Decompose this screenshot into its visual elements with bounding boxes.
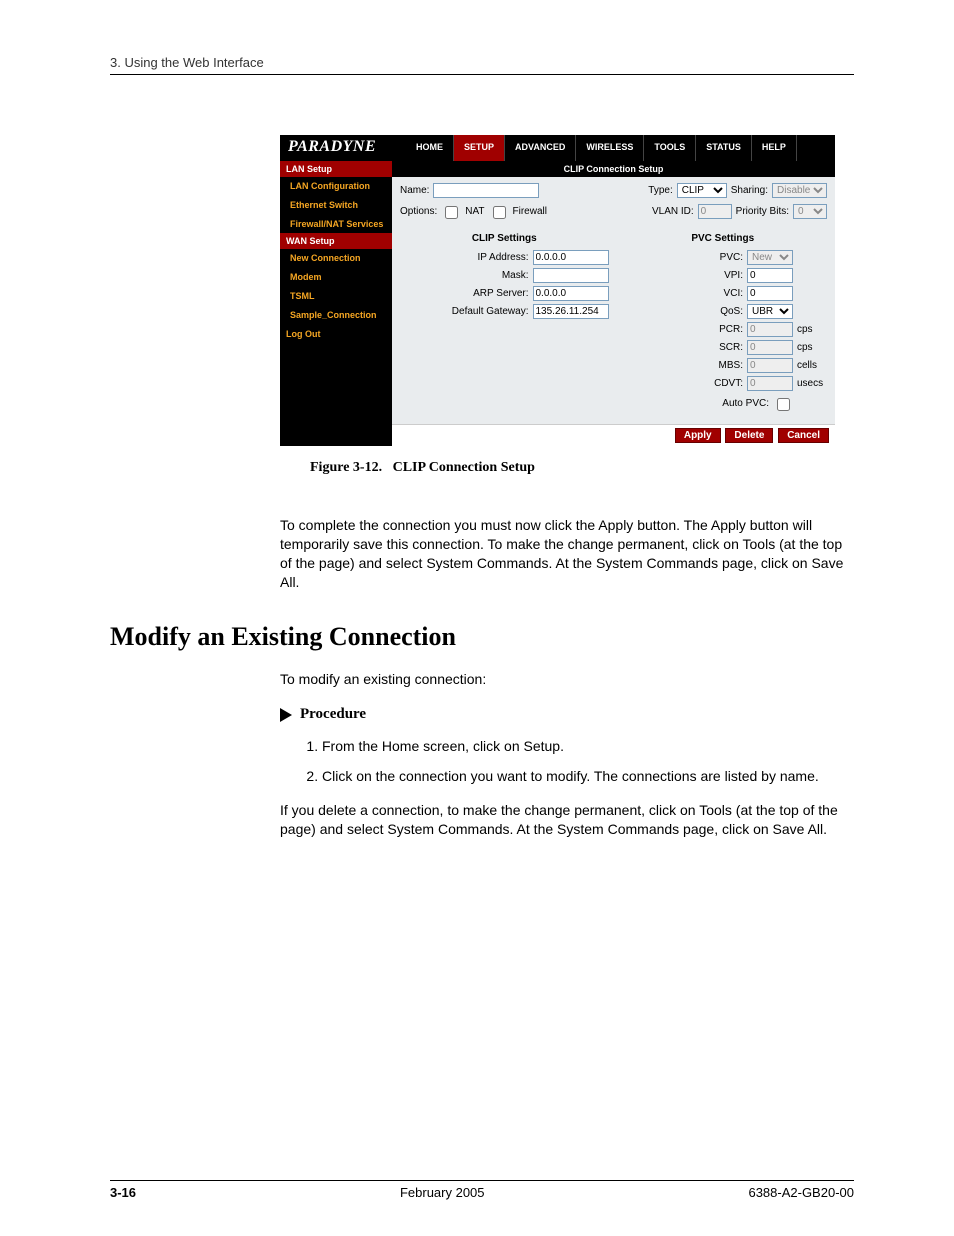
- step-1: From the Home screen, click on Setup.: [322, 737, 854, 757]
- paragraph-intro: To modify an existing connection:: [280, 670, 854, 689]
- section-heading: Modify an Existing Connection: [110, 622, 854, 652]
- scr-label: SCR:: [719, 342, 743, 353]
- sharing-select[interactable]: Disable: [772, 183, 827, 198]
- sidebar-firewall-nat[interactable]: Firewall/NAT Services: [280, 215, 392, 234]
- pvc-label: PVC:: [720, 252, 743, 263]
- vpi-input[interactable]: [747, 268, 793, 283]
- name-label: Name:: [400, 185, 429, 196]
- nav-tools[interactable]: TOOLS: [644, 135, 696, 161]
- sidebar-eth-switch[interactable]: Ethernet Switch: [280, 196, 392, 215]
- options-label: Options:: [400, 206, 437, 217]
- clip-settings-column: CLIP Settings IP Address: Mask: ARP Serv…: [400, 229, 609, 416]
- mbs-input[interactable]: [747, 358, 793, 373]
- sidebar-new-connection[interactable]: New Connection: [280, 249, 392, 268]
- arp-server-input[interactable]: [533, 286, 609, 301]
- cdvt-input[interactable]: [747, 376, 793, 391]
- firewall-label: Firewall: [513, 206, 547, 217]
- qos-label: QoS:: [720, 306, 743, 317]
- nav-wireless[interactable]: WIRELESS: [576, 135, 644, 161]
- nat-checkbox[interactable]: [445, 206, 458, 219]
- ip-address-label: IP Address:: [478, 252, 529, 263]
- vpi-label: VPI:: [724, 270, 743, 281]
- scr-input[interactable]: [747, 340, 793, 355]
- chapter-heading: 3. Using the Web Interface: [110, 55, 854, 75]
- mask-label: Mask:: [502, 270, 529, 281]
- mask-input[interactable]: [533, 268, 609, 283]
- figure-screenshot: PARADYNE HOME SETUP ADVANCED WIRELESS TO…: [280, 135, 854, 446]
- pvc-settings-column: PVC Settings PVC: New VPI: VCI: QoS: UBR P…: [619, 229, 828, 416]
- sidebar-lan-config[interactable]: LAN Configuration: [280, 177, 392, 196]
- pvc-select[interactable]: New: [747, 250, 793, 265]
- vci-input[interactable]: [747, 286, 793, 301]
- type-label: Type:: [648, 185, 672, 196]
- vlan-label: VLAN ID:: [652, 206, 694, 217]
- default-gateway-input[interactable]: [533, 304, 609, 319]
- nav-help[interactable]: HELP: [752, 135, 797, 161]
- priority-bits-select[interactable]: 0: [793, 204, 827, 219]
- procedure-steps: From the Home screen, click on Setup. Cl…: [302, 737, 854, 786]
- sidebar-lan-head: LAN Setup: [280, 161, 392, 177]
- auto-pvc-checkbox[interactable]: [777, 398, 790, 411]
- qos-select[interactable]: UBR: [747, 304, 793, 319]
- cancel-button[interactable]: Cancel: [778, 428, 829, 443]
- panel-title: CLIP Connection Setup: [392, 161, 835, 177]
- page-number: 3-16: [110, 1185, 136, 1200]
- paragraph-delete-note: If you delete a connection, to make the …: [280, 801, 854, 839]
- type-select[interactable]: CLIP: [677, 183, 727, 198]
- nav-setup[interactable]: SETUP: [454, 135, 505, 161]
- sidebar-log-out[interactable]: Log Out: [280, 325, 392, 343]
- default-gateway-label: Default Gateway:: [452, 306, 529, 317]
- mbs-unit: cells: [797, 360, 827, 371]
- ip-address-input[interactable]: [533, 250, 609, 265]
- cdvt-label: CDVT:: [714, 378, 743, 389]
- paragraph-apply: To complete the connection you must now …: [280, 516, 854, 592]
- sidebar-modem[interactable]: Modem: [280, 268, 392, 287]
- sharing-label: Sharing:: [731, 185, 768, 196]
- sidebar: LAN Setup LAN Configuration Ethernet Swi…: [280, 161, 392, 446]
- apply-button[interactable]: Apply: [675, 428, 721, 443]
- mbs-label: MBS:: [719, 360, 743, 371]
- pcr-unit: cps: [797, 324, 827, 335]
- sidebar-sample-connection[interactable]: Sample_Connection: [280, 306, 392, 325]
- clip-settings-head: CLIP Settings: [400, 229, 609, 250]
- arp-server-label: ARP Server:: [473, 288, 528, 299]
- name-input[interactable]: [433, 183, 539, 198]
- step-2: Click on the connection you want to modi…: [322, 767, 854, 787]
- pcr-label: PCR:: [719, 324, 743, 335]
- auto-pvc-label: Auto PVC:: [722, 398, 769, 409]
- nav-status[interactable]: STATUS: [696, 135, 752, 161]
- brand-logo: PARADYNE: [280, 135, 406, 161]
- nav-advanced[interactable]: ADVANCED: [505, 135, 576, 161]
- scr-unit: cps: [797, 342, 827, 353]
- sidebar-tsml[interactable]: TSML: [280, 287, 392, 306]
- cdvt-unit: usecs: [797, 378, 827, 389]
- vlan-input[interactable]: [698, 204, 732, 219]
- nat-label: NAT: [465, 206, 484, 217]
- page-footer: 3-16 February 2005 6388-A2-GB20-00: [110, 1180, 854, 1200]
- delete-button[interactable]: Delete: [725, 428, 773, 443]
- figure-caption: Figure 3-12. CLIP Connection Setup: [310, 460, 854, 476]
- procedure-marker: Procedure: [280, 706, 854, 723]
- pcr-input[interactable]: [747, 322, 793, 337]
- pvc-settings-head: PVC Settings: [619, 229, 828, 250]
- firewall-checkbox[interactable]: [493, 206, 506, 219]
- procedure-label: Procedure: [300, 706, 366, 723]
- vci-label: VCI:: [724, 288, 743, 299]
- footer-docnum: 6388-A2-GB20-00: [748, 1185, 854, 1200]
- priority-bits-label: Priority Bits:: [736, 206, 789, 217]
- footer-date: February 2005: [400, 1185, 485, 1200]
- nav-home[interactable]: HOME: [406, 135, 454, 161]
- top-nav: HOME SETUP ADVANCED WIRELESS TOOLS STATU…: [406, 135, 835, 161]
- sidebar-wan-head: WAN Setup: [280, 233, 392, 249]
- triangle-icon: [280, 708, 292, 722]
